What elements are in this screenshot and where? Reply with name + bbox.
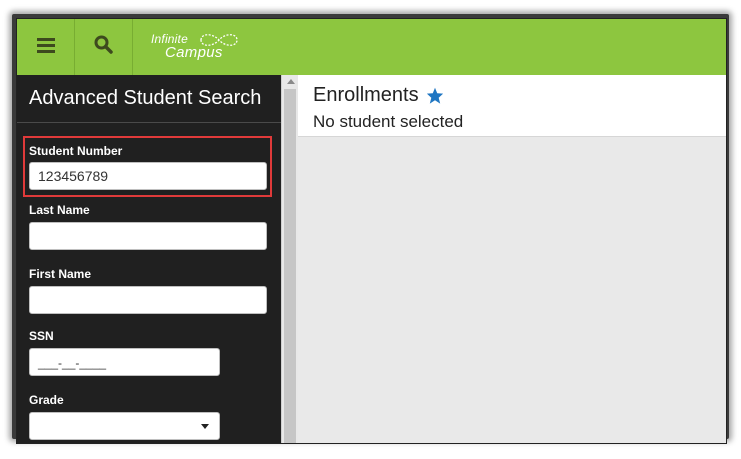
main-header: Enrollments No student selected <box>298 75 726 137</box>
search-sidebar: Advanced Student Search Student Number 1… <box>17 75 281 443</box>
chevron-down-icon <box>201 424 209 429</box>
sidebar-scrollbar[interactable] <box>281 75 298 443</box>
main-panel: Enrollments No student selected <box>298 75 726 443</box>
infinite-campus-logo[interactable]: Infinite Campus <box>151 19 238 75</box>
logo-infinity-icon <box>200 34 238 46</box>
ssn-input[interactable]: ___-__-____ <box>29 348 220 376</box>
page-title-row: Enrollments <box>313 75 726 107</box>
first-name-label: First Name <box>29 267 92 281</box>
last-name-label: Last Name <box>29 203 90 217</box>
sidebar-title: Advanced Student Search <box>17 75 281 123</box>
ssn-label: SSN <box>29 329 54 343</box>
grade-select[interactable] <box>29 412 220 440</box>
student-number-label: Student Number <box>29 144 123 158</box>
scroll-up-icon[interactable] <box>287 79 295 84</box>
window-shadow: Infinite Campus Advanced Student Search … <box>12 14 729 444</box>
top-bar: Infinite Campus <box>17 19 726 75</box>
first-name-input[interactable] <box>29 286 267 314</box>
page-title: Enrollments <box>313 84 419 106</box>
student-number-input[interactable]: 123456789 <box>29 162 267 190</box>
no-student-message: No student selected <box>313 112 464 131</box>
menu-button[interactable] <box>17 19 75 75</box>
grade-label: Grade <box>29 393 64 407</box>
app-window: Infinite Campus Advanced Student Search … <box>16 18 727 444</box>
last-name-input[interactable] <box>29 222 267 250</box>
hamburger-menu-icon <box>36 37 55 58</box>
scrollbar-thumb[interactable] <box>284 89 296 443</box>
search-button[interactable] <box>75 19 133 75</box>
search-icon <box>94 35 113 59</box>
star-icon[interactable] <box>426 87 444 104</box>
